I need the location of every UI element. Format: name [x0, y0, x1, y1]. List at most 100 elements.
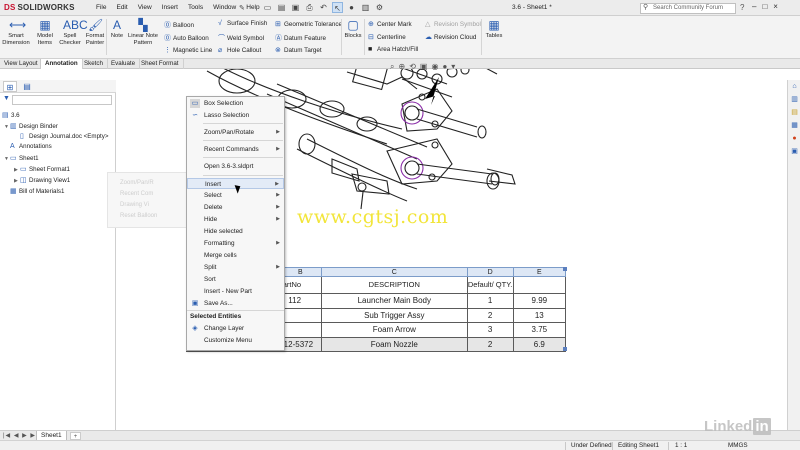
surface-finish-button[interactable]: √ Surface Finish: [218, 20, 267, 27]
menu-item-formatting[interactable]: Formatting ▶: [187, 238, 284, 249]
tree-item-root[interactable]: ▤ 3.6: [2, 111, 20, 119]
filter-input[interactable]: [12, 95, 112, 105]
menu-file[interactable]: File: [91, 4, 111, 11]
datum-feature-button[interactable]: Ⓐ Datum Feature: [275, 33, 326, 43]
zoom-area-icon[interactable]: ⊕: [398, 62, 405, 72]
menu-item-save-as[interactable]: ▣ Save As...: [187, 298, 284, 309]
menu-item-select[interactable]: Select ▶: [187, 190, 284, 201]
add-sheet-icon[interactable]: +: [70, 432, 81, 440]
center-mark-button[interactable]: ⊕ Center Mark: [368, 20, 412, 28]
header-cell[interactable]: [512, 276, 567, 294]
tab-annotation[interactable]: Annotation: [40, 59, 83, 69]
pin-icon[interactable]: ✎: [239, 4, 245, 12]
table-cell[interactable]: 2: [466, 336, 514, 352]
solidworks-logo[interactable]: DS SOLIDWORKS: [4, 3, 75, 12]
sheet-navigation-arrows[interactable]: |◀ ◀ ▶ ▶|: [3, 432, 39, 439]
tab-evaluate[interactable]: Evaluate: [107, 59, 141, 69]
tree-item-drawing-view1[interactable]: ▶ ◫ Drawing View1: [14, 176, 70, 184]
solidworks-resources-icon[interactable]: ⌂: [790, 82, 799, 91]
column-letter[interactable]: E: [512, 267, 567, 277]
minimize-icon[interactable]: –: [752, 2, 756, 11]
menu-tools[interactable]: Tools: [183, 4, 208, 11]
view-palette-icon[interactable]: ▦: [790, 121, 799, 130]
menu-item-customize-menu[interactable]: Customize Menu: [187, 335, 284, 346]
display-style-icon[interactable]: ▣: [420, 62, 428, 72]
menu-item-open-part[interactable]: Open 3.6-3.sldprt: [187, 161, 284, 172]
open-folder-icon[interactable]: ▤: [276, 2, 287, 13]
table-cell[interactable]: Foam Nozzle: [321, 336, 468, 352]
help-question-icon[interactable]: ?: [740, 3, 744, 12]
menu-view[interactable]: View: [133, 4, 157, 11]
undo-icon[interactable]: ↶: [318, 2, 329, 13]
revision-cloud-button[interactable]: ☁ Revision Cloud: [425, 33, 476, 41]
tables-button[interactable]: ▦ Tables: [482, 18, 506, 40]
menu-item-hide-selected[interactable]: Hide selected: [187, 226, 284, 237]
file-explorer-icon[interactable]: ▤: [790, 108, 799, 117]
tab-sheet-format[interactable]: Sheet Format: [137, 59, 184, 69]
table-cell[interactable]: Sub Trigger Assy: [321, 307, 468, 323]
tab-sketch[interactable]: Sketch: [80, 59, 108, 69]
menu-item-hide[interactable]: Hide ▶: [187, 214, 284, 225]
maximize-icon[interactable]: □: [762, 2, 767, 11]
design-library-icon[interactable]: ▥: [790, 95, 799, 104]
tree-item-design-journal[interactable]: ▯ Design Journal.doc <Empty>: [20, 132, 108, 140]
options-gear-icon[interactable]: ⚙: [374, 2, 385, 13]
menu-item-insert-new-part[interactable]: Insert - New Part: [187, 286, 284, 297]
tree-item-bill-of-materials1[interactable]: ▦ Bill of Materials1: [10, 187, 64, 195]
rebuild-icon[interactable]: ●: [346, 2, 357, 13]
save-icon[interactable]: ▣: [290, 2, 301, 13]
tree-item-design-binder[interactable]: ▼▥ Design Binder: [4, 122, 58, 130]
table-resize-handle[interactable]: [563, 267, 567, 271]
menu-item-zoom-pan-rotate[interactable]: Zoom/Pan/Rotate ▶: [187, 127, 284, 138]
feature-tree-tab-icon[interactable]: ⊞: [3, 81, 17, 92]
header-cell[interactable]: DESCRIPTION: [321, 276, 468, 294]
tree-item-sheet-format1[interactable]: ▶ ▭ Sheet Format1: [14, 165, 70, 173]
datum-target-button[interactable]: ⊗ Datum Target: [275, 46, 322, 54]
menu-item-split[interactable]: Split ▶: [187, 262, 284, 273]
menu-edit[interactable]: Edit: [111, 4, 132, 11]
blocks-button[interactable]: ▢ Blocks: [342, 18, 364, 40]
appearance-icon[interactable]: ●: [442, 62, 447, 72]
table-cell[interactable]: 3: [466, 322, 514, 338]
property-manager-tab-icon[interactable]: ▤: [20, 81, 34, 92]
weld-symbol-button[interactable]: ⌒ Weld Symbol: [218, 33, 264, 43]
scene-icon[interactable]: ▾: [451, 62, 455, 72]
print-icon[interactable]: ⎙: [304, 2, 315, 13]
geometric-tolerance-button[interactable]: ⊞ Geometric Tolerance: [275, 20, 342, 28]
balloon-button[interactable]: ⓪ Balloon: [164, 20, 194, 30]
smart-dimension-button[interactable]: ⟷ Smart Dimension: [2, 18, 30, 46]
magnetic-line-button[interactable]: ⋮ Magnetic Line: [164, 46, 212, 54]
table-cell[interactable]: 1: [466, 293, 514, 309]
menu-item-merge-cells[interactable]: Merge cells: [187, 250, 284, 261]
menu-item-recent-commands[interactable]: Recent Commands ▶: [187, 144, 284, 155]
menu-item-lasso-selection[interactable]: ∽ Lasso Selection: [187, 110, 284, 121]
column-letter[interactable]: C: [321, 267, 468, 277]
menu-item-sort[interactable]: Sort: [187, 274, 284, 285]
tree-item-annotations[interactable]: A Annotations: [10, 143, 52, 150]
column-letter[interactable]: D: [466, 267, 514, 277]
custom-properties-icon[interactable]: ▣: [790, 147, 799, 156]
header-cell[interactable]: Default/ QTY.: [466, 276, 514, 294]
appearances-icon[interactable]: ●: [790, 134, 799, 143]
revision-symbol-button[interactable]: △ Revision Symbol: [425, 20, 481, 28]
spell-checker-button[interactable]: ABC Spell Checker: [56, 18, 87, 46]
linear-note-pattern-button[interactable]: ▚ Linear Note Pattern: [127, 18, 159, 46]
model-items-button[interactable]: ▦ Model Items: [31, 18, 59, 46]
table-resize-handle[interactable]: [563, 347, 567, 351]
search-input[interactable]: ⚲ Search Community Forum: [640, 3, 736, 14]
sheet-scale[interactable]: 1 : 1: [675, 442, 687, 449]
unit-system[interactable]: MMGS: [728, 442, 748, 449]
close-icon[interactable]: ×: [773, 2, 778, 11]
menu-item-change-layer[interactable]: ◈ Change Layer: [187, 323, 284, 334]
hide-show-icon[interactable]: ◉: [431, 62, 438, 72]
file-properties-icon[interactable]: ▥: [360, 2, 371, 13]
table-cell[interactable]: Launcher Main Body: [321, 293, 468, 309]
new-document-icon[interactable]: ▭: [262, 2, 273, 13]
table-cell[interactable]: 6.9: [512, 336, 567, 352]
menu-item-box-selection[interactable]: ▭ Box Selection: [187, 98, 284, 109]
hole-callout-button[interactable]: ⌀ Hole Callout: [218, 46, 261, 54]
menu-item-delete[interactable]: Delete ▶: [187, 202, 284, 213]
auto-balloon-button[interactable]: ⓪ Auto Balloon: [164, 33, 209, 43]
table-cell[interactable]: 3.75: [512, 322, 567, 338]
select-pointer-icon[interactable]: ↖: [332, 2, 343, 13]
